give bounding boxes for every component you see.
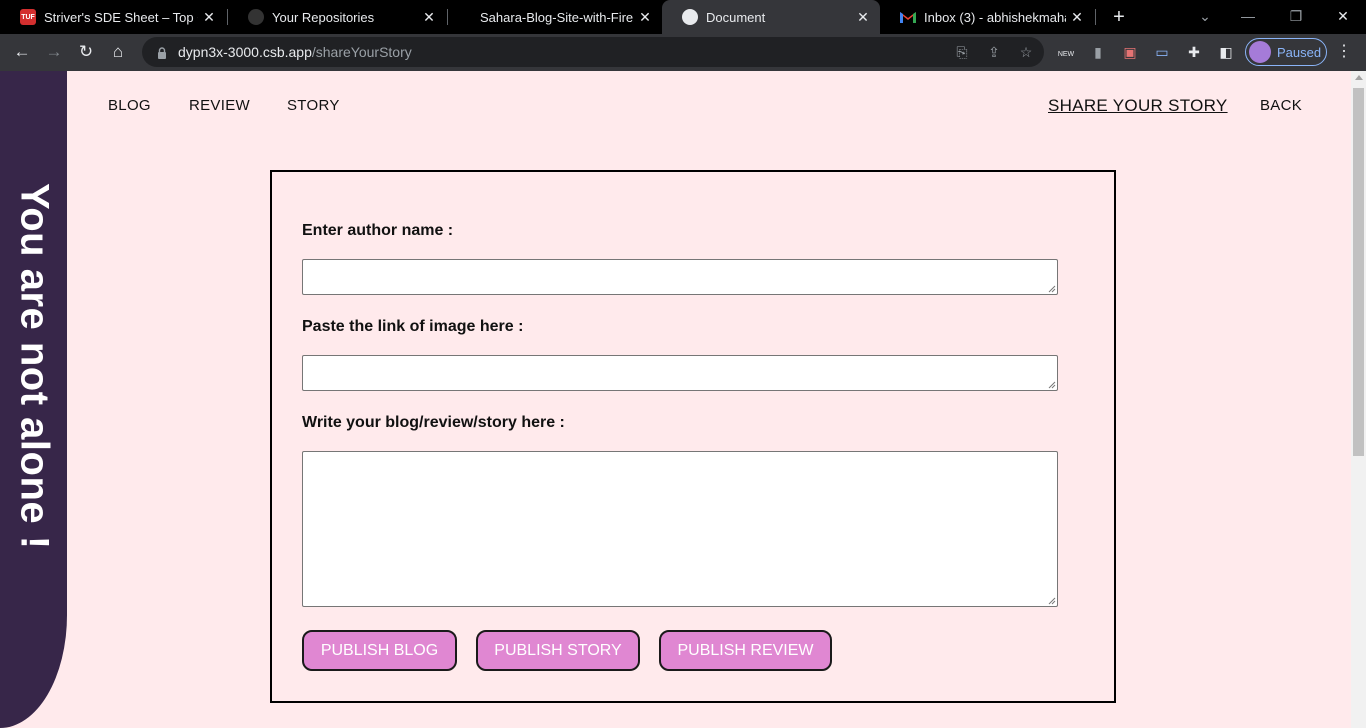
- extension-red-icon[interactable]: ▣: [1120, 42, 1140, 62]
- tab-sahara-blog[interactable]: Sahara-Blog-Site-with-Firebase ✕: [448, 0, 662, 34]
- tab-title: Your Repositories: [272, 9, 375, 25]
- reload-icon[interactable]: ↻: [74, 40, 98, 64]
- nav-back-link[interactable]: BACK: [1260, 97, 1302, 114]
- minimize-icon[interactable]: —: [1236, 4, 1260, 28]
- browser-tab-bar: TUF Striver's SDE Sheet – Top Coding ✕ Y…: [0, 0, 1366, 34]
- tuf-icon: TUF: [20, 9, 36, 25]
- story-form: Enter author name : Paste the link of im…: [270, 170, 1116, 703]
- page-scrollbar[interactable]: [1351, 71, 1366, 728]
- globe-icon: [682, 9, 698, 25]
- scrollbar-thumb[interactable]: [1353, 88, 1364, 456]
- close-icon[interactable]: ✕: [852, 9, 874, 26]
- resize-grip-icon[interactable]: [1048, 285, 1056, 293]
- new-tab-button[interactable]: +: [1108, 6, 1130, 28]
- tab-title: Sahara-Blog-Site-with-Firebase: [480, 9, 634, 25]
- github-icon: [248, 9, 264, 25]
- nav-blog-link[interactable]: BLOG: [108, 97, 151, 114]
- tab-strivers-sheet[interactable]: TUF Striver's SDE Sheet – Top Coding ✕: [0, 0, 226, 34]
- home-icon[interactable]: ⌂: [106, 40, 130, 64]
- content-label: Write your blog/review/story here :: [302, 414, 565, 431]
- resize-grip-icon[interactable]: [1048, 381, 1056, 389]
- author-name-input[interactable]: [302, 259, 1058, 295]
- menu-kebab-icon[interactable]: ⋮: [1334, 42, 1354, 62]
- image-link-label: Paste the link of image here :: [302, 318, 524, 335]
- resize-grip-icon[interactable]: [1048, 597, 1056, 605]
- url-host: dypn3x-3000.csb.app: [178, 44, 312, 60]
- share-icon[interactable]: ⇪: [984, 42, 1004, 62]
- publish-review-button[interactable]: PUBLISH REVIEW: [659, 630, 832, 671]
- author-label: Enter author name :: [302, 222, 454, 239]
- url-path: /shareYourStory: [311, 44, 412, 60]
- tab-title: Document: [706, 9, 766, 25]
- extension-screen-icon[interactable]: ▭: [1152, 42, 1172, 62]
- restore-icon[interactable]: ❐: [1284, 4, 1308, 28]
- close-icon[interactable]: ✕: [198, 9, 220, 26]
- profile-button[interactable]: Paused: [1245, 38, 1327, 66]
- publish-blog-button[interactable]: PUBLISH BLOG: [302, 630, 457, 671]
- image-link-input[interactable]: [302, 355, 1058, 391]
- page-viewport: You are not alone ! BLOG REVIEW STORY SH…: [0, 71, 1366, 728]
- tab-title: Inbox (3) - abhishekmahajan: [924, 9, 1066, 25]
- avatar: [1249, 41, 1271, 63]
- window-close-icon[interactable]: ✕: [1331, 4, 1355, 28]
- tab-separator: [1095, 9, 1096, 25]
- bookmark-star-icon[interactable]: ☆: [1016, 42, 1036, 62]
- side-banner: You are not alone !: [0, 71, 67, 728]
- scroll-up-arrow-icon[interactable]: [1355, 75, 1363, 80]
- back-arrow-icon[interactable]: ←: [10, 40, 34, 64]
- tab-search-icon[interactable]: ⌄: [1193, 4, 1217, 28]
- content-textarea[interactable]: [302, 451, 1058, 607]
- gmail-icon: [900, 9, 916, 25]
- forward-arrow-icon[interactable]: →: [42, 40, 66, 64]
- side-panel-icon[interactable]: ◧: [1216, 42, 1236, 62]
- profile-status: Paused: [1277, 44, 1322, 60]
- nav-review-link[interactable]: REVIEW: [189, 97, 250, 114]
- lock-icon: [156, 46, 168, 59]
- nav-story-link[interactable]: STORY: [287, 97, 340, 114]
- browser-toolbar: ← → ↻ ⌂ dypn3x-3000.csb.app/shareYourSto…: [0, 34, 1366, 71]
- tab-your-repositories[interactable]: Your Repositories ✕: [228, 0, 446, 34]
- extension-bottle-icon[interactable]: ▮: [1088, 42, 1108, 62]
- extensions-puzzle-icon[interactable]: ✚: [1184, 42, 1204, 62]
- address-bar[interactable]: dypn3x-3000.csb.app/shareYourStory: [142, 37, 1044, 67]
- tab-title: Striver's SDE Sheet – Top Coding: [44, 9, 198, 25]
- side-banner-text: You are not alone !: [12, 183, 57, 550]
- close-icon[interactable]: ✕: [634, 9, 656, 26]
- tab-document[interactable]: Document ✕: [662, 0, 880, 34]
- close-icon[interactable]: ✕: [418, 9, 440, 26]
- tab-gmail-inbox[interactable]: Inbox (3) - abhishekmahajan ✕: [880, 0, 1094, 34]
- publish-story-button[interactable]: PUBLISH STORY: [476, 630, 640, 671]
- close-icon[interactable]: ✕: [1066, 9, 1088, 26]
- translate-icon[interactable]: ⎘: [952, 42, 972, 62]
- extension-new-icon[interactable]: NEW: [1056, 42, 1076, 62]
- nav-share-your-story-link[interactable]: SHARE YOUR STORY: [1048, 96, 1228, 116]
